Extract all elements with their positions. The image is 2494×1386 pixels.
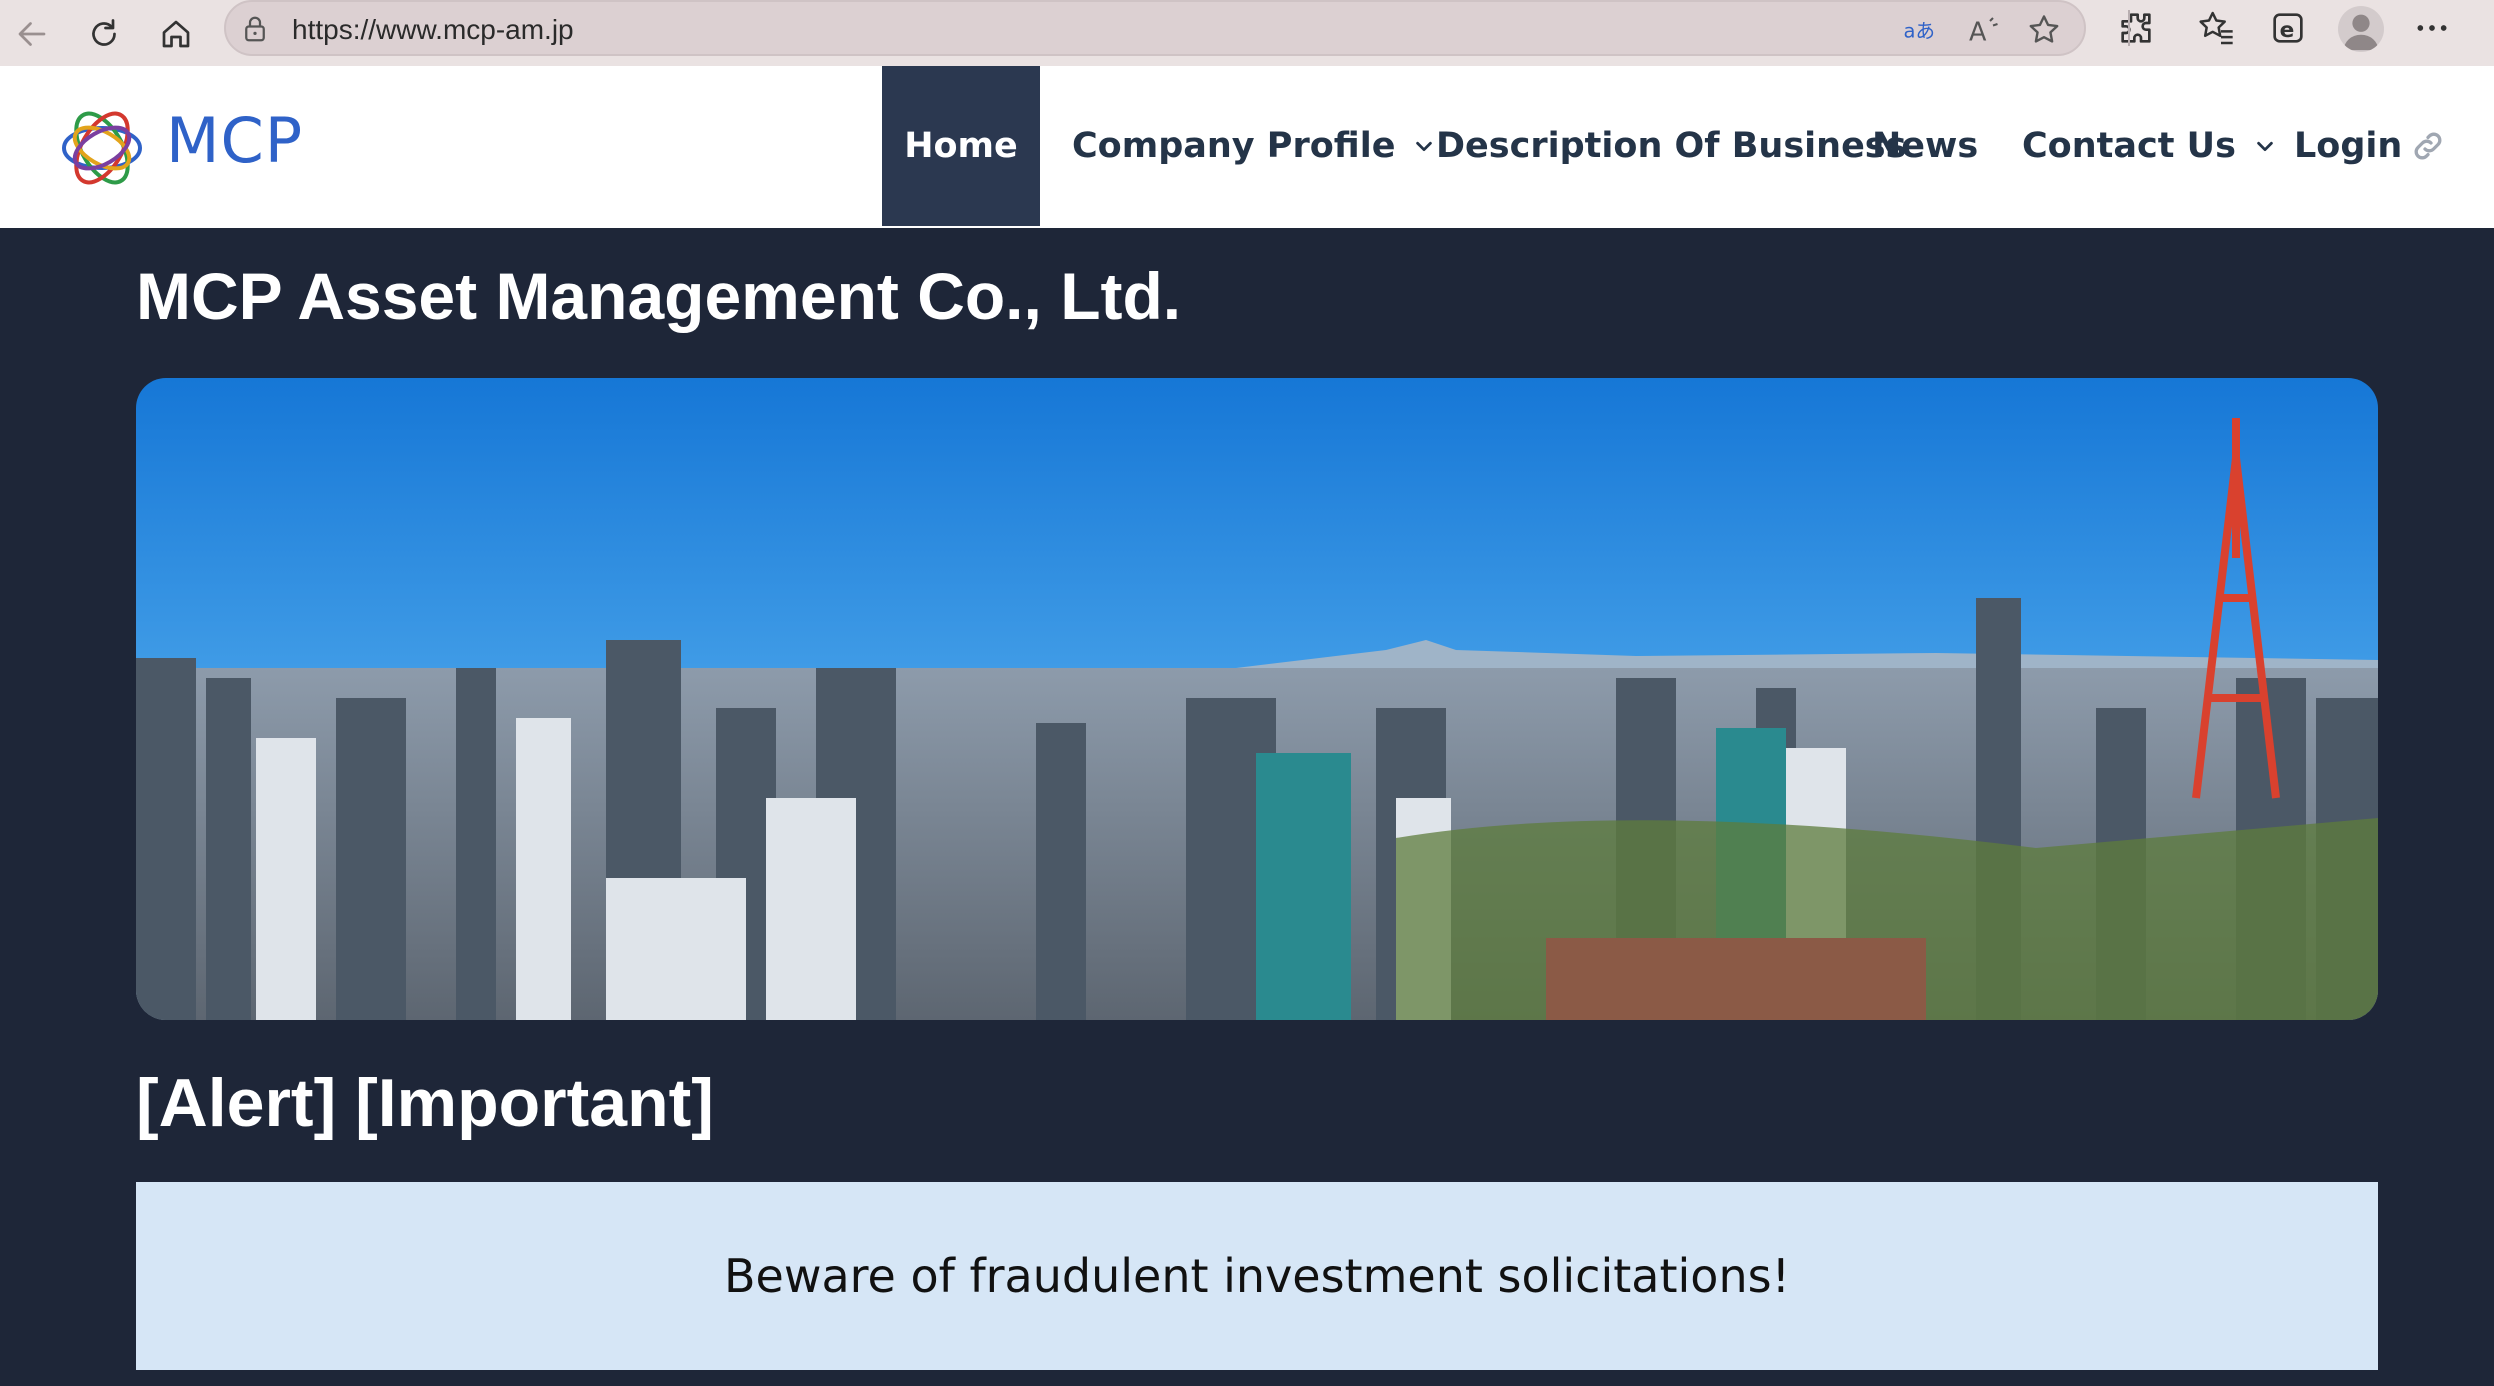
nav-login[interactable]: Login xyxy=(2294,66,2446,226)
alert-text: Beware of fraudulent investment solicita… xyxy=(723,1249,1791,1303)
back-icon xyxy=(18,22,46,46)
alert-heading: [Alert] [Important] xyxy=(136,1065,714,1141)
page-title: MCP Asset Management Co., Ltd. xyxy=(136,259,1182,333)
collections-icon[interactable]: e xyxy=(2268,8,2308,48)
tokyo-skyline-image xyxy=(136,378,2378,1020)
site-header: MCP Home Company Profile Description Of … xyxy=(0,66,2494,228)
back-button[interactable] xyxy=(4,6,60,62)
nav-home-label: Home xyxy=(904,126,1018,166)
favorite-star-icon[interactable] xyxy=(2026,12,2062,48)
refresh-icon xyxy=(92,19,116,46)
url-text[interactable]: https://www.mcp-am.jp xyxy=(292,14,574,46)
profile-avatar[interactable] xyxy=(2338,6,2384,52)
nav-login-label: Login xyxy=(2294,126,2403,166)
address-bar[interactable]: https://www.mcp-am.jp aあ A xyxy=(224,0,2086,56)
nav-company-profile-label: Company Profile xyxy=(1072,126,1396,166)
read-aloud-icon[interactable]: A xyxy=(1966,12,2002,48)
lock-icon[interactable] xyxy=(240,14,270,44)
translate-icon[interactable]: aあ xyxy=(1902,12,1938,48)
logo-text[interactable]: MCP xyxy=(166,104,303,177)
extensions-icon[interactable] xyxy=(2116,8,2156,48)
profile-icon xyxy=(2343,14,2379,51)
home-icon xyxy=(162,20,190,48)
mcp-logo-icon[interactable] xyxy=(52,98,152,198)
svg-text:e: e xyxy=(2280,18,2295,43)
link-icon xyxy=(2414,132,2442,160)
chevron-down-icon xyxy=(2257,141,2273,152)
toolbar-divider xyxy=(2128,10,2130,46)
hero-image xyxy=(136,378,2378,1020)
nav-description-of-business[interactable]: Description Of Business xyxy=(1436,66,1906,226)
home-button[interactable] xyxy=(148,6,204,62)
nav-contact-label: Contact Us xyxy=(2022,126,2236,166)
svg-text:A: A xyxy=(1969,18,1987,48)
more-icon[interactable] xyxy=(2412,8,2452,48)
nav-contact-us[interactable]: Contact Us xyxy=(2022,66,2276,226)
refresh-button[interactable] xyxy=(76,6,132,62)
browser-toolbar: https://www.mcp-am.jp aあ A e xyxy=(0,0,2494,66)
nav-description-label: Description Of Business xyxy=(1436,126,1907,166)
nav-news[interactable]: News xyxy=(1872,66,1978,226)
chevron-down-icon xyxy=(1416,141,1433,152)
svg-text:aあ: aあ xyxy=(1904,20,1935,43)
nav-home[interactable]: Home xyxy=(882,66,1040,226)
nav-news-label: News xyxy=(1872,126,1979,166)
nav-company-profile[interactable]: Company Profile xyxy=(1072,66,1435,226)
alert-box: Beware of fraudulent investment solicita… xyxy=(136,1182,2378,1370)
favorites-icon[interactable] xyxy=(2196,8,2236,48)
